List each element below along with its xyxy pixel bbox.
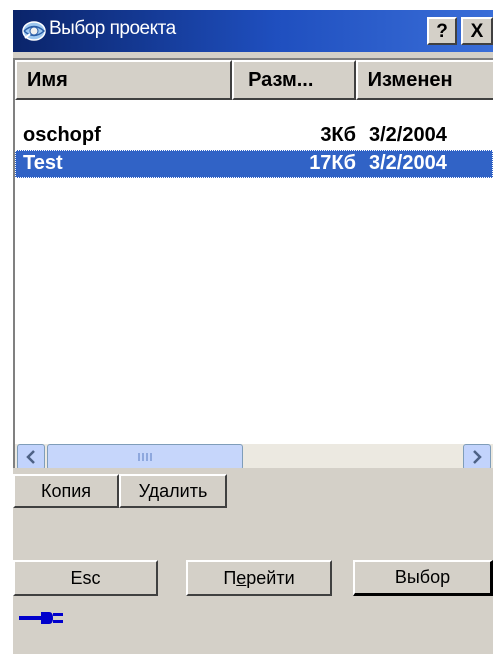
arrow-right-icon xyxy=(473,450,482,464)
column-header-name[interactable]: Имя xyxy=(15,60,233,100)
globe-icon xyxy=(22,21,46,41)
help-button[interactable]: ? xyxy=(427,17,457,45)
item-name: Test xyxy=(23,152,63,174)
project-select-dialog: Выбор проекта ? X Имя Разм... Изменен os… xyxy=(13,10,493,654)
list-item-selected[interactable]: Test 17Кб 3/2/2004 xyxy=(15,150,493,178)
project-list[interactable]: Имя Разм... Изменен oschopf 3Кб 3/2/2004… xyxy=(13,58,493,468)
list-header: Имя Разм... Изменен xyxy=(15,60,493,100)
plug-icon xyxy=(19,612,63,624)
select-button[interactable]: Выбор xyxy=(353,560,493,596)
item-modified: 3/2/2004 xyxy=(369,124,447,146)
scroll-right-button[interactable] xyxy=(463,444,491,468)
scroll-thumb[interactable] xyxy=(47,444,243,468)
goto-label-accel: е xyxy=(236,567,247,588)
window-title: Выбор проекта xyxy=(49,18,176,39)
goto-button[interactable]: Пе рейти xyxy=(186,560,332,596)
column-header-size[interactable]: Разм... xyxy=(232,60,356,100)
title-bar[interactable]: Выбор проекта ? X xyxy=(13,10,493,52)
item-modified: 3/2/2004 xyxy=(369,152,447,174)
column-header-modified[interactable]: Изменен xyxy=(355,60,493,100)
copy-button[interactable]: Копия xyxy=(13,474,119,508)
goto-label-prefix: П xyxy=(223,567,237,588)
list-item[interactable]: oschopf 3Кб 3/2/2004 xyxy=(15,122,493,150)
close-icon: X xyxy=(470,20,484,42)
scroll-left-button[interactable] xyxy=(17,444,45,468)
goto-label-suffix: рейти xyxy=(246,567,295,588)
arrow-left-icon xyxy=(26,450,35,464)
delete-button[interactable]: Удалить xyxy=(119,474,227,508)
horizontal-scrollbar[interactable] xyxy=(15,444,493,468)
close-button[interactable]: X xyxy=(461,17,493,45)
item-size: 17Кб xyxy=(309,152,356,174)
grip-icon xyxy=(138,453,152,461)
item-size: 3Кб xyxy=(320,124,356,146)
esc-button[interactable]: Esc xyxy=(13,560,158,596)
item-name: oschopf xyxy=(23,124,101,146)
